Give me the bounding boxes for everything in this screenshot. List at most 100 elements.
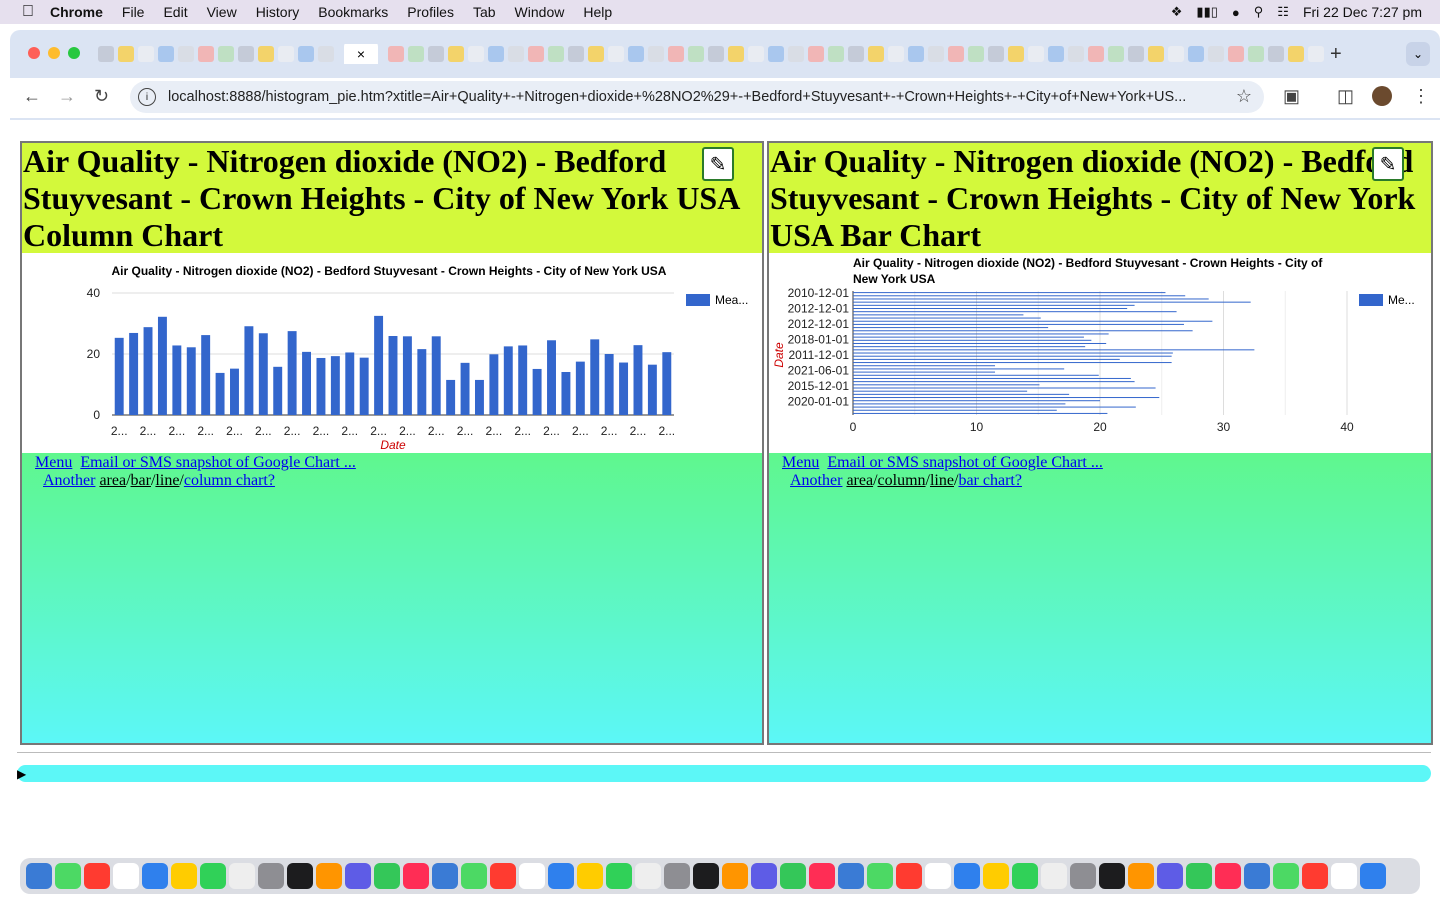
tab-favicon[interactable]: [628, 46, 644, 62]
column-chart-link[interactable]: column chart?: [184, 472, 275, 489]
dock-app-icon[interactable]: [490, 863, 516, 889]
tab-favicon[interactable]: [388, 46, 404, 62]
tab-favicon[interactable]: [808, 46, 824, 62]
zoom-window-icon[interactable]: [68, 47, 80, 59]
dock-app-icon[interactable]: [635, 863, 661, 889]
another-chart-link[interactable]: Another: [43, 472, 95, 489]
tab-favicon[interactable]: [848, 46, 864, 62]
dock-app-icon[interactable]: [896, 863, 922, 889]
tab-favicon[interactable]: [988, 46, 1004, 62]
menu-link[interactable]: Menu: [782, 454, 819, 471]
tab-favicon[interactable]: [1168, 46, 1184, 62]
extensions-puzzle-icon[interactable]: ▣: [1283, 86, 1300, 107]
tab-favicon[interactable]: [318, 46, 334, 62]
tab-favicon[interactable]: [708, 46, 724, 62]
email-sms-snapshot-link[interactable]: Email or SMS snapshot of Google Chart ..…: [80, 454, 356, 471]
tab-favicon[interactable]: [158, 46, 174, 62]
tab-favicon[interactable]: [908, 46, 924, 62]
menu-history[interactable]: History: [256, 4, 300, 20]
tab-favicon[interactable]: [98, 46, 114, 62]
tab-favicon[interactable]: [1088, 46, 1104, 62]
bar-chart-link[interactable]: bar chart?: [958, 472, 1022, 489]
dock-app-icon[interactable]: [867, 863, 893, 889]
dock-app-icon[interactable]: [461, 863, 487, 889]
dock-app-icon[interactable]: [664, 863, 690, 889]
tab-favicon[interactable]: [1068, 46, 1084, 62]
edit-notepad-icon[interactable]: ✎: [702, 147, 734, 181]
address-bar[interactable]: i localhost:8888/histogram_pie.htm?xtitl…: [130, 81, 1264, 113]
tab-favicon[interactable]: [178, 46, 194, 62]
tab-favicon[interactable]: [928, 46, 944, 62]
email-sms-snapshot-link[interactable]: Email or SMS snapshot of Google Chart ..…: [827, 454, 1103, 471]
dock-app-icon[interactable]: [1331, 863, 1357, 889]
dock-app-icon[interactable]: [316, 863, 342, 889]
tab-favicon[interactable]: [948, 46, 964, 62]
tab-favicon[interactable]: [748, 46, 764, 62]
dock-app-icon[interactable]: [809, 863, 835, 889]
tab-favicon[interactable]: [1148, 46, 1164, 62]
minimize-window-icon[interactable]: [48, 47, 60, 59]
dock-app-icon[interactable]: [1099, 863, 1125, 889]
tab-favicon[interactable]: [1108, 46, 1124, 62]
active-tab-close-icon[interactable]: ×: [344, 44, 378, 64]
dock-app-icon[interactable]: [983, 863, 1009, 889]
tab-favicon[interactable]: [218, 46, 234, 62]
more-menu-icon[interactable]: ⋮: [1412, 86, 1430, 107]
dock-app-icon[interactable]: [925, 863, 951, 889]
dock-app-icon[interactable]: [229, 863, 255, 889]
tab-search-chevron-icon[interactable]: ⌄: [1406, 42, 1430, 66]
tab-favicon[interactable]: [728, 46, 744, 62]
dock-app-icon[interactable]: [548, 863, 574, 889]
dock-app-icon[interactable]: [84, 863, 110, 889]
tab-favicon[interactable]: [258, 46, 274, 62]
apple-logo-icon[interactable]: : [22, 4, 36, 20]
tab-favicon[interactable]: [488, 46, 504, 62]
dock-app-icon[interactable]: [519, 863, 545, 889]
dock-app-icon[interactable]: [1273, 863, 1299, 889]
dock-app-icon[interactable]: [258, 863, 284, 889]
menu-tab[interactable]: Tab: [473, 4, 496, 20]
control-center-icon[interactable]: ☷: [1277, 4, 1289, 20]
tab-favicon[interactable]: [568, 46, 584, 62]
bluetooth-icon[interactable]: ❖: [1171, 4, 1183, 20]
line-chart-link[interactable]: line: [930, 472, 954, 489]
another-chart-link[interactable]: Another: [790, 472, 842, 489]
tab-favicon[interactable]: [1208, 46, 1224, 62]
tab-favicon[interactable]: [1228, 46, 1244, 62]
dock-app-icon[interactable]: [26, 863, 52, 889]
dock-app-icon[interactable]: [1360, 863, 1386, 889]
dock-app-icon[interactable]: [1128, 863, 1154, 889]
tab-favicon[interactable]: [1188, 46, 1204, 62]
column-chart-link[interactable]: column: [878, 472, 926, 489]
menu-profiles[interactable]: Profiles: [407, 4, 454, 20]
tab-favicon[interactable]: [1248, 46, 1264, 62]
area-chart-link[interactable]: area: [99, 472, 126, 489]
menu-clock[interactable]: Fri 22 Dec 7:27 pm: [1303, 4, 1422, 20]
tab-favicon[interactable]: [1028, 46, 1044, 62]
dock-app-icon[interactable]: [722, 863, 748, 889]
tab-favicon[interactable]: [1288, 46, 1304, 62]
side-panel-icon[interactable]: ◫: [1337, 86, 1354, 107]
dock-app-icon[interactable]: [200, 863, 226, 889]
dock-app-icon[interactable]: [751, 863, 777, 889]
bookmark-star-icon[interactable]: ☆: [1236, 86, 1252, 107]
tab-favicon[interactable]: [648, 46, 664, 62]
tab-favicon[interactable]: [1308, 46, 1324, 62]
dock-app-icon[interactable]: [1215, 863, 1241, 889]
dock-app-icon[interactable]: [142, 863, 168, 889]
new-tab-button[interactable]: +: [1330, 43, 1342, 66]
tab-favicon[interactable]: [668, 46, 684, 62]
dock-app-icon[interactable]: [345, 863, 371, 889]
dock-app-icon[interactable]: [374, 863, 400, 889]
tab-favicon[interactable]: [608, 46, 624, 62]
menu-file[interactable]: File: [122, 4, 145, 20]
dock-app-icon[interactable]: [403, 863, 429, 889]
reload-icon[interactable]: ↻: [94, 86, 109, 107]
line-chart-link[interactable]: line: [155, 472, 179, 489]
bar-chart-link[interactable]: bar: [131, 472, 151, 489]
dock-app-icon[interactable]: [287, 863, 313, 889]
tab-favicon[interactable]: [968, 46, 984, 62]
battery-icon[interactable]: ▮▮▯: [1196, 4, 1217, 20]
tab-favicon[interactable]: [1008, 46, 1024, 62]
back-arrow-icon[interactable]: ←: [23, 86, 41, 107]
